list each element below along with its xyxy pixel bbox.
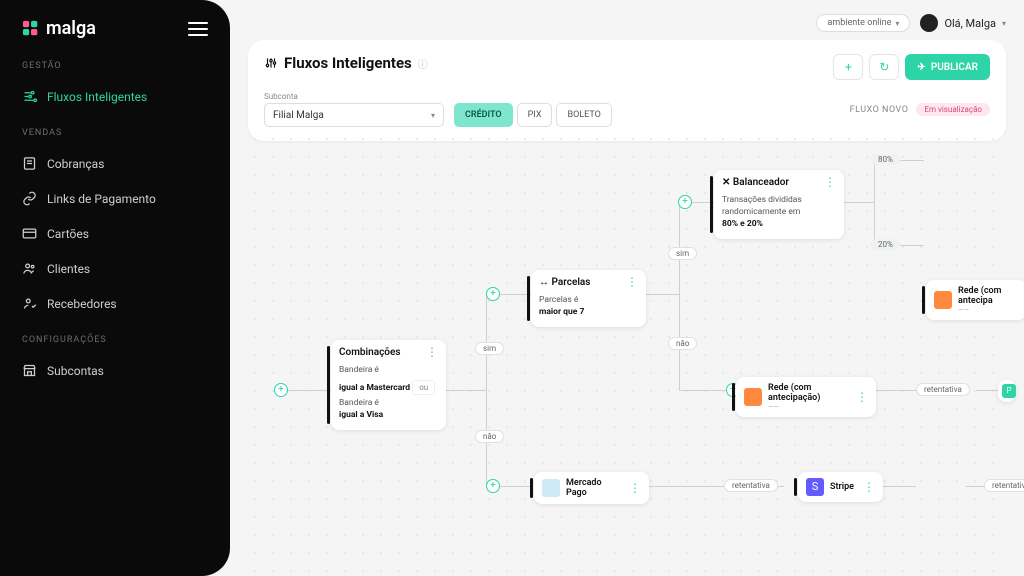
section-gestao: GESTÃO — [0, 61, 230, 71]
logo: malga — [22, 18, 96, 39]
node-parcelas[interactable]: ↔ Parcelas⋮ Parcelas émaior que 7 — [531, 270, 646, 327]
sidebar-label: Clientes — [47, 262, 90, 276]
add-button[interactable]: + — [833, 54, 863, 80]
sidebar-item-links[interactable]: Links de Pagamento — [0, 181, 230, 216]
page-title: Fluxos Inteligentes — [284, 54, 412, 72]
menu-toggle-icon[interactable] — [188, 22, 208, 36]
sidebar-label: Recebedores — [47, 297, 117, 311]
avatar — [920, 14, 938, 32]
sidebar-item-subcontas[interactable]: Subcontas — [0, 353, 230, 388]
card-icon — [22, 226, 37, 241]
sidebar-item-clientes[interactable]: Clientes — [0, 251, 230, 286]
tab-pix[interactable]: PIX — [517, 103, 553, 127]
sidebar-item-fluxos[interactable]: Fluxos Inteligentes — [0, 79, 230, 114]
edge-sim: sim — [668, 247, 697, 260]
node-menu-icon[interactable]: ⋮ — [626, 276, 638, 288]
add-node-button[interactable]: + — [486, 287, 500, 301]
user-menu[interactable]: Olá, Malga▾ — [920, 14, 1006, 32]
visualization-badge: Em visualização — [916, 103, 990, 116]
node-mercado-pago[interactable]: Mercado Pago ⋮ — [534, 472, 649, 504]
sliders-icon — [22, 89, 37, 104]
sidebar-item-cartoes[interactable]: Cartões — [0, 216, 230, 251]
environment-selector[interactable]: ambiente online▾ — [816, 14, 910, 32]
edge-sim: sim — [475, 342, 504, 355]
section-vendas: VENDAS — [0, 128, 230, 138]
tab-boleto[interactable]: BOLETO — [556, 103, 611, 127]
section-config: CONFIGURAÇÕES — [0, 335, 230, 345]
store-icon — [22, 363, 37, 378]
add-node-button[interactable]: + — [486, 479, 500, 493]
add-node-button[interactable]: + — [678, 195, 692, 209]
logo-text: malga — [46, 18, 96, 39]
subconta-select[interactable]: Filial Malga▾ — [264, 103, 444, 127]
edge-nao: não — [475, 430, 504, 443]
info-icon[interactable]: ⓘ — [418, 56, 428, 71]
sidebar-label: Cartões — [47, 227, 89, 241]
sidebar-item-cobrancas[interactable]: Cobranças — [0, 146, 230, 181]
publish-button[interactable]: ✈PUBLICAR — [905, 54, 990, 80]
header-panel: Fluxos Inteligentes ⓘ + ↻ ✈PUBLICAR Subc… — [248, 40, 1006, 141]
receipt-icon — [22, 156, 37, 171]
node-menu-icon[interactable]: ⋮ — [426, 346, 438, 358]
node-provider-p[interactable]: P — [998, 380, 1016, 402]
tab-credito[interactable]: CRÉDITO — [454, 103, 513, 127]
pct-20: 20% — [871, 239, 900, 250]
node-menu-icon[interactable]: ⋮ — [856, 391, 868, 403]
sidebar-label: Fluxos Inteligentes — [47, 90, 147, 104]
edge-retentativa: retentativa — [984, 479, 1024, 492]
node-rede[interactable]: Rede (com antecipação)—— ⋮ — [736, 377, 876, 417]
node-menu-icon[interactable]: ⋮ — [863, 481, 875, 493]
subconta-label: Subconta — [264, 92, 444, 101]
sidebar-label: Subcontas — [47, 364, 104, 378]
refresh-button[interactable]: ↻ — [869, 54, 899, 80]
flow-label: FLUXO NOVO — [850, 105, 909, 115]
users-icon — [22, 261, 37, 276]
add-node-button[interactable]: + — [274, 383, 288, 397]
edge-retentativa: retentativa — [724, 479, 778, 492]
node-stripe[interactable]: S Stripe ⋮ — [798, 472, 883, 502]
sliders-icon — [264, 56, 278, 70]
node-rede-2[interactable]: Rede (com antecipa—— — [926, 280, 1024, 320]
sidebar: malga GESTÃO Fluxos Inteligentes VENDAS … — [0, 0, 230, 576]
sidebar-label: Cobranças — [47, 157, 104, 171]
node-combinacoes[interactable]: Combinações⋮ Bandeira éigual a Mastercar… — [331, 340, 446, 430]
user-check-icon — [22, 296, 37, 311]
flow-canvas[interactable]: + Combinações⋮ Bandeira éigual a Masterc… — [246, 130, 1006, 576]
node-menu-icon[interactable]: ⋮ — [824, 176, 836, 188]
pct-80: 80% — [871, 154, 900, 165]
edge-nao: não — [668, 337, 697, 350]
link-icon — [22, 191, 37, 206]
node-balanceador[interactable]: ✕ Balanceador⋮ Transações divididasrando… — [714, 170, 844, 239]
node-menu-icon[interactable]: ⋮ — [629, 482, 641, 494]
sidebar-item-recebedores[interactable]: Recebedores — [0, 286, 230, 321]
edge-retentativa: retentativa — [916, 383, 970, 396]
sidebar-label: Links de Pagamento — [47, 192, 156, 206]
